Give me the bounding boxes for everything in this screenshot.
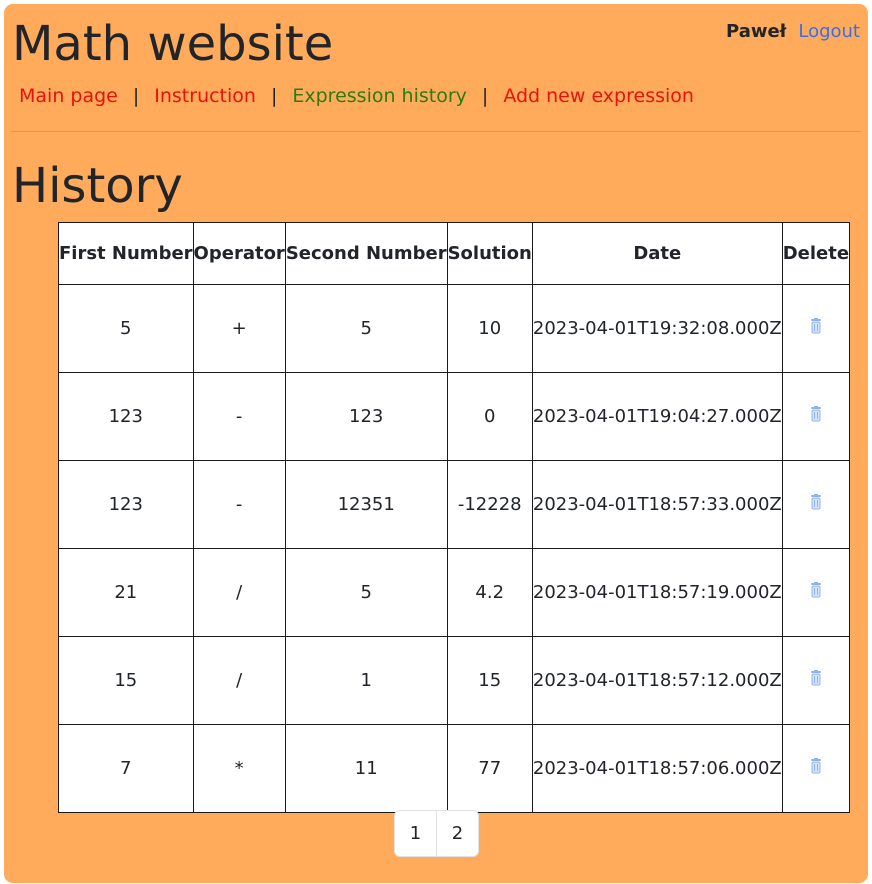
- table-row: 123 - 12351 -12228 2023-04-01T18:57:33.0…: [58, 460, 851, 549]
- cell-first-number: 123: [58, 460, 194, 549]
- trash-icon[interactable]: [810, 758, 822, 779]
- cell-second-number: 5: [284, 548, 448, 637]
- cell-solution: -12228: [446, 460, 533, 549]
- site-title: Math website: [12, 16, 334, 72]
- header-solution: Solution: [446, 222, 533, 285]
- table-row: 123 - 123 0 2023-04-01T19:04:27.000Z: [58, 372, 851, 461]
- cell-second-number: 123: [284, 372, 448, 461]
- table-row: 5 + 5 10 2023-04-01T19:32:08.000Z: [58, 284, 851, 373]
- cell-solution: 0: [446, 372, 533, 461]
- history-table: First Number Operator Second Number Solu…: [58, 222, 851, 813]
- cell-date: 2023-04-01T18:57:33.000Z: [531, 460, 783, 549]
- cell-operator: +: [192, 284, 286, 373]
- cell-operator: /: [192, 636, 286, 725]
- cell-date: 2023-04-01T18:57:06.000Z: [531, 724, 783, 813]
- cell-delete: [781, 372, 851, 461]
- cell-operator: -: [192, 372, 286, 461]
- trash-icon[interactable]: [810, 494, 822, 515]
- header-first-number: First Number: [58, 222, 194, 285]
- nav-separator: |: [270, 85, 278, 107]
- table-header-row: First Number Operator Second Number Solu…: [58, 222, 851, 285]
- header-operator: Operator: [192, 222, 286, 285]
- cell-second-number: 11: [284, 724, 448, 813]
- cell-operator: -: [192, 460, 286, 549]
- trash-icon[interactable]: [810, 582, 822, 603]
- cell-delete: [781, 636, 851, 725]
- nav-separator: |: [132, 85, 140, 107]
- cell-first-number: 7: [58, 724, 194, 813]
- cell-date: 2023-04-01T18:57:19.000Z: [531, 548, 783, 637]
- main-nav: Main page | Instruction | Expression his…: [19, 85, 694, 107]
- nav-separator: |: [481, 85, 489, 107]
- cell-solution: 10: [446, 284, 533, 373]
- cell-first-number: 15: [58, 636, 194, 725]
- cell-second-number: 12351: [284, 460, 448, 549]
- cell-operator: *: [192, 724, 286, 813]
- cell-date: 2023-04-01T19:04:27.000Z: [531, 372, 783, 461]
- page-button-1[interactable]: 1: [395, 811, 436, 856]
- cell-second-number: 5: [284, 284, 448, 373]
- header-delete: Delete: [781, 222, 851, 285]
- header-second-number: Second Number: [284, 222, 448, 285]
- page-title: History: [12, 158, 183, 214]
- nav-expression-history[interactable]: Expression history: [292, 85, 467, 107]
- main-panel: Math website Paweł Logout Main page | In…: [4, 4, 868, 883]
- header-date: Date: [531, 222, 783, 285]
- nav-instruction[interactable]: Instruction: [154, 85, 256, 107]
- trash-icon[interactable]: [810, 670, 822, 691]
- table-row: 21 / 5 4.2 2023-04-01T18:57:19.000Z: [58, 548, 851, 637]
- cell-delete: [781, 724, 851, 813]
- cell-delete: [781, 460, 851, 549]
- cell-solution: 4.2: [446, 548, 533, 637]
- cell-first-number: 21: [58, 548, 194, 637]
- cell-date: 2023-04-01T19:32:08.000Z: [531, 284, 783, 373]
- cell-solution: 15: [446, 636, 533, 725]
- nav-main-page[interactable]: Main page: [19, 85, 118, 107]
- trash-icon[interactable]: [810, 406, 822, 427]
- user-box: Paweł Logout: [726, 21, 860, 42]
- page-button-2[interactable]: 2: [436, 811, 478, 856]
- trash-icon[interactable]: [810, 318, 822, 339]
- pagination: 1 2: [394, 810, 479, 857]
- cell-date: 2023-04-01T18:57:12.000Z: [531, 636, 783, 725]
- table-row: 7 * 11 77 2023-04-01T18:57:06.000Z: [58, 724, 851, 813]
- cell-first-number: 5: [58, 284, 194, 373]
- header-divider: [11, 131, 861, 132]
- cell-solution: 77: [446, 724, 533, 813]
- cell-delete: [781, 284, 851, 373]
- table-row: 15 / 1 15 2023-04-01T18:57:12.000Z: [58, 636, 851, 725]
- user-name: Paweł: [725, 21, 787, 42]
- cell-second-number: 1: [284, 636, 448, 725]
- cell-first-number: 123: [58, 372, 194, 461]
- cell-operator: /: [192, 548, 286, 637]
- cell-delete: [781, 548, 851, 637]
- nav-add-new-expression[interactable]: Add new expression: [503, 85, 694, 107]
- logout-link[interactable]: Logout: [798, 21, 860, 42]
